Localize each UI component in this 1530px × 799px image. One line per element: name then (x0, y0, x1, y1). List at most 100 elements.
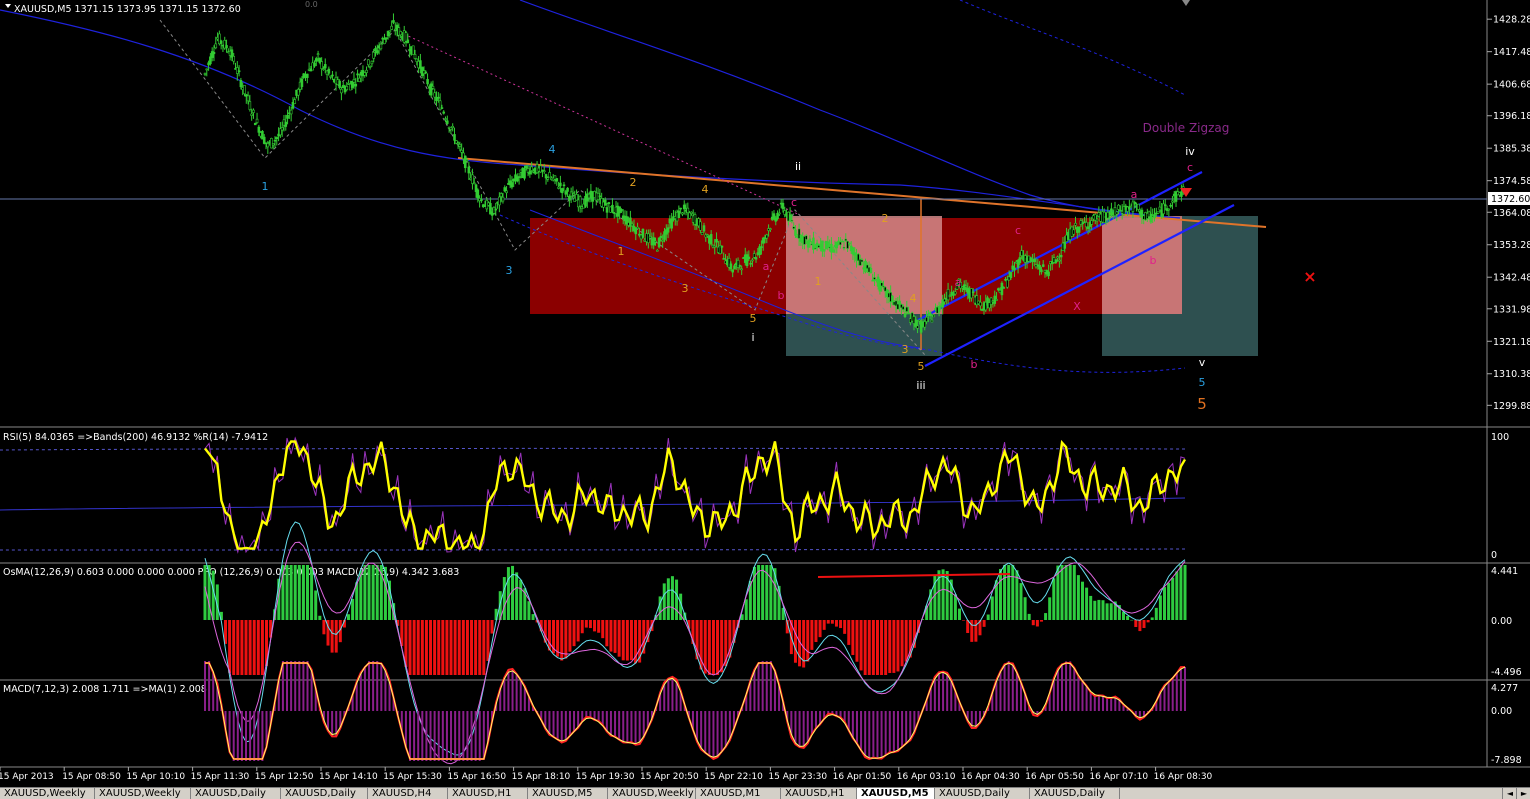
macd-bar (384, 669, 387, 711)
candle-body (564, 191, 568, 195)
macd-bar (937, 672, 940, 711)
candle-body (424, 71, 428, 74)
chart-tab[interactable]: XAUUSD,Weekly (0, 788, 95, 799)
chart-tab[interactable]: XAUUSD,Weekly (95, 788, 191, 799)
macd-header: MACD(7,12,3) 2.008 1.711 =>MA(1) 2.008 (3, 684, 207, 695)
chart-tab[interactable]: XAUUSD,H1 (781, 788, 857, 799)
chart-tab[interactable]: XAUUSD,Daily (281, 788, 368, 799)
osma-bar (1072, 565, 1076, 620)
candle-body (916, 325, 919, 329)
osma-bar (826, 620, 830, 624)
candle-body (607, 202, 611, 205)
wave-label: 5 (1199, 376, 1206, 389)
price-tick-label: 1374.58 (1493, 176, 1530, 187)
candle-body (873, 277, 876, 280)
chart-tab[interactable]: XAUUSD,H1 (448, 788, 528, 799)
macd-bar (888, 711, 891, 753)
osma-bar (584, 620, 588, 628)
chart-tab[interactable]: XAUUSD,M5 (528, 788, 608, 799)
candle-body (467, 166, 471, 174)
candle-body (365, 69, 368, 73)
macd-bar (1015, 672, 1018, 711)
osma-bar (437, 620, 441, 675)
candle-body (952, 293, 955, 296)
osma-bar (871, 620, 875, 675)
osma-bar (1035, 620, 1039, 627)
candle-body (546, 177, 550, 180)
time-tick-label: 16 Apr 04:30 (961, 772, 1020, 782)
osma-bar (445, 620, 449, 675)
osma-bar (572, 620, 576, 647)
candle-body (275, 137, 279, 139)
candle-body (406, 39, 410, 44)
macd-bar (368, 661, 371, 711)
osma-bar (834, 620, 838, 627)
osma-bar (457, 620, 461, 675)
osma-bar (285, 565, 289, 620)
candle-body (372, 52, 376, 59)
chart-canvas[interactable]: 13412345iiiiiiivvabc12345abcabcX55 × XAU… (0, 0, 1530, 787)
osma-bar (675, 579, 679, 620)
candle-body (754, 257, 758, 260)
candle-body (995, 299, 998, 301)
candle-body (738, 265, 742, 267)
tab-scroll-right-icon[interactable]: ► (1516, 788, 1530, 799)
chart-tab[interactable]: XAUUSD,Weekly (608, 788, 696, 799)
osma-bar (810, 620, 814, 650)
osma-bar (1060, 565, 1064, 620)
osma-bar (527, 601, 531, 620)
macd-bar (765, 661, 768, 711)
macd-bar (573, 711, 576, 732)
osma-bar (744, 599, 748, 620)
candle-body (880, 282, 883, 287)
candle-body (273, 139, 277, 142)
chart-tab[interactable]: XAUUSD,Daily (191, 788, 281, 799)
candle-body (681, 212, 684, 215)
osma-bar (564, 620, 568, 659)
candle-body (440, 107, 444, 109)
time-tick-label: 16 Apr 07:10 (1089, 772, 1148, 782)
candle-body (433, 92, 437, 98)
macd-bar (999, 671, 1002, 711)
osma-bar (711, 620, 715, 675)
tab-scroll-left-icon[interactable]: ◄ (1502, 788, 1517, 799)
macd-bar (1171, 678, 1174, 711)
candle-body (528, 171, 532, 175)
osma-bar (1068, 565, 1072, 620)
macd-bar (810, 711, 813, 735)
price-tick-label: 1331.98 (1493, 304, 1530, 315)
osma-bar (621, 620, 625, 661)
candle-body (1041, 264, 1045, 267)
osma-tick-bottom: -4.496 (1491, 667, 1522, 678)
chart-tab[interactable]: XAUUSD,Daily (935, 788, 1030, 799)
macd-bar (626, 711, 629, 743)
time-tick-label: 15 Apr 15:30 (383, 772, 442, 782)
candle-body (925, 316, 928, 322)
osma-bar (465, 620, 469, 675)
candle-body (557, 186, 560, 189)
osma-bar (248, 620, 252, 675)
macd-bar (359, 672, 362, 711)
osma-bar (662, 583, 666, 620)
macd-bar (618, 711, 621, 740)
candle-body (253, 122, 257, 126)
candle-body (463, 155, 467, 169)
wave-label: a (1131, 188, 1138, 201)
osma-bar (486, 620, 490, 661)
candle-body (498, 196, 501, 206)
chart-tab[interactable]: XAUUSD,Daily (1030, 788, 1120, 799)
macd-bar (909, 711, 912, 741)
macd-bar (1175, 673, 1178, 711)
osma-bar (707, 620, 711, 675)
chart-tab[interactable]: XAUUSD,M5 (857, 788, 935, 799)
candle-body (327, 68, 331, 74)
macd-bar (720, 711, 723, 752)
chart-tab[interactable]: XAUUSD,M1 (696, 788, 781, 799)
wave-label: i (751, 331, 754, 344)
chart-tab[interactable]: XAUUSD,H4 (368, 788, 448, 799)
candle-body (898, 300, 901, 305)
osma-bar (232, 620, 236, 675)
macd-bar (441, 711, 444, 761)
osma-bar (515, 572, 519, 620)
osma-bar (617, 620, 621, 657)
